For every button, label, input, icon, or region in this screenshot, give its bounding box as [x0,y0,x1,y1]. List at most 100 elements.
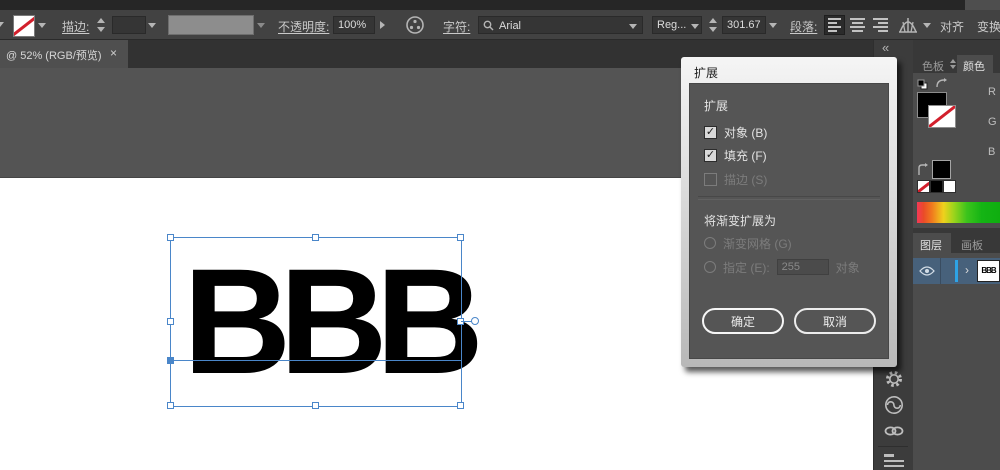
invert-arrow-icon[interactable] [916,163,929,176]
black-swatch-small[interactable] [930,180,943,193]
tab-artboards[interactable]: 画板 [961,237,983,253]
stroke-weight-field[interactable] [112,16,146,34]
expand-section-label: 扩展 [704,99,729,113]
layers-panel-tabs: 图层 画板 [913,233,1000,253]
radio-specify-label: 指定 (E): [723,260,770,275]
recolor-artwork-icon[interactable] [405,15,425,35]
gear-icon[interactable] [883,368,905,390]
selection-handle[interactable] [312,402,319,409]
document-tab-title: @ 52% (RGB/预览) [6,50,102,62]
tab-color[interactable]: 颜色 [963,58,985,74]
control-bar: 描边: 不透明度: 100% 字符: Arial Reg... 301.67 段… [0,10,1000,40]
dialog-buttons: 确定 取消 [690,308,888,334]
baseline-handle[interactable] [167,357,174,364]
panel-column: 色板 颜色 R G B 图层 画板 › BBB [913,40,1000,470]
collapse-panels-icon[interactable]: « [882,40,889,55]
selection-handle[interactable] [312,234,319,241]
app-bar-field [965,0,1000,10]
active-color-swatch[interactable] [932,160,951,179]
align-panel-button[interactable]: 对齐 [940,18,964,35]
color-panel: R G B [913,73,1000,228]
font-style-chevron-icon [691,24,699,29]
align-right-button[interactable] [870,15,891,35]
layer-expand-chevron-icon[interactable]: › [965,263,969,277]
font-family-input[interactable]: Arial [478,16,643,34]
stroke-proxy-swatch[interactable] [928,105,956,128]
opacity-field[interactable]: 100% [333,16,375,34]
ok-button[interactable]: 确定 [702,308,784,334]
brush-definition-icon[interactable] [897,16,919,34]
layer-row-divider [940,258,941,284]
radio-icon [704,237,716,249]
edge-chevron-icon[interactable] [0,22,4,27]
selection-handle[interactable] [167,402,174,409]
stroke-weight-chevron-icon[interactable] [148,23,156,28]
transform-panel-button[interactable]: 变换 [977,18,1000,35]
layer-thumbnail[interactable]: BBB [977,260,1000,282]
font-family-value: Arial [499,20,522,32]
opacity-chevron-icon[interactable] [380,21,385,29]
stroke-weight-stepper[interactable] [96,17,106,33]
tab-close-icon[interactable]: × [110,46,117,60]
selection-handle[interactable] [457,234,464,241]
align-center-button[interactable] [847,15,868,35]
opacity-label[interactable]: 不透明度: [278,18,329,35]
checkbox-checked-icon[interactable]: ✓ [704,125,717,139]
stroke-label[interactable]: 描边: [62,18,89,35]
checkbox-object[interactable]: ✓ 对象 (B) [704,125,767,140]
checkbox-fill[interactable]: ✓ 填充 (F) [704,148,767,163]
specify-input: 255 [776,259,829,275]
character-label[interactable]: 字符: [443,18,470,35]
tab-swatches[interactable]: 色板 [922,58,944,74]
font-size-chevron-icon[interactable] [769,23,777,28]
profile-chevron-icon[interactable] [257,23,265,28]
radio-gradient-mesh-label: 渐变网格 (G) [723,236,792,251]
font-size-field[interactable]: 301.67 [722,16,766,34]
font-style-select[interactable]: Reg... [652,16,702,34]
tab-cycle-icon[interactable] [949,58,957,70]
specify-suffix-label: 对象 [835,260,860,275]
font-family-chevron-icon [629,24,637,29]
dialog-title: 扩展 [694,66,719,80]
strip-divider [878,446,908,447]
variable-width-profile-select[interactable] [168,15,254,35]
selection-handle[interactable] [457,402,464,409]
brush-definition-chevron-icon[interactable] [923,23,931,28]
selection-handle[interactable] [167,234,174,241]
side-widget-circle[interactable] [471,317,479,325]
link-icon[interactable] [883,420,905,442]
selection-handle[interactable] [167,318,174,325]
default-swatches-icon[interactable] [917,79,928,90]
baseline-line [170,360,461,361]
font-style-value: Reg... [657,19,687,31]
cancel-button[interactable]: 取消 [794,308,876,334]
radio-icon [704,261,716,273]
illustrator-window: 描边: 不透明度: 100% 字符: Arial Reg... 301.67 段… [0,0,1000,470]
layer-color-bar [955,260,958,282]
b-channel-label: B [988,146,996,158]
paragraph-label[interactable]: 段落: [790,18,817,35]
layer-row[interactable]: › BBB [913,258,1000,284]
checkbox-unchecked-icon [704,172,717,186]
font-size-stepper[interactable] [708,17,718,33]
eye-icon[interactable] [919,266,935,276]
checkbox-stroke: 描边 (S) [704,172,768,187]
document-tab[interactable]: @ 52% (RGB/预览) × [0,40,128,68]
checkbox-stroke-label: 描边 (S) [724,172,768,187]
align-left-button[interactable] [824,15,845,35]
radio-specify: 指定 (E): 255 对象 [704,259,860,275]
checkbox-checked-icon[interactable]: ✓ [704,148,717,162]
tab-layers[interactable]: 图层 [920,237,942,253]
color-spectrum-bar[interactable] [917,202,1000,223]
fill-none-swatch[interactable] [13,15,35,37]
selection-box[interactable] [170,237,462,407]
none-swatch-small[interactable] [917,180,930,193]
swap-fill-stroke-icon[interactable] [935,78,948,90]
creative-cloud-icon[interactable] [883,394,905,416]
fill-dropdown-chevron-icon[interactable] [38,23,46,28]
expand-dialog[interactable]: 扩展 扩展 ✓ 对象 (B) ✓ 填充 (F) 描边 (S) 将渐变扩展为 渐变… [681,57,897,367]
white-swatch-small[interactable] [943,180,956,193]
r-channel-label: R [988,86,996,98]
libraries-icon[interactable] [884,454,904,470]
dialog-divider [698,196,880,200]
